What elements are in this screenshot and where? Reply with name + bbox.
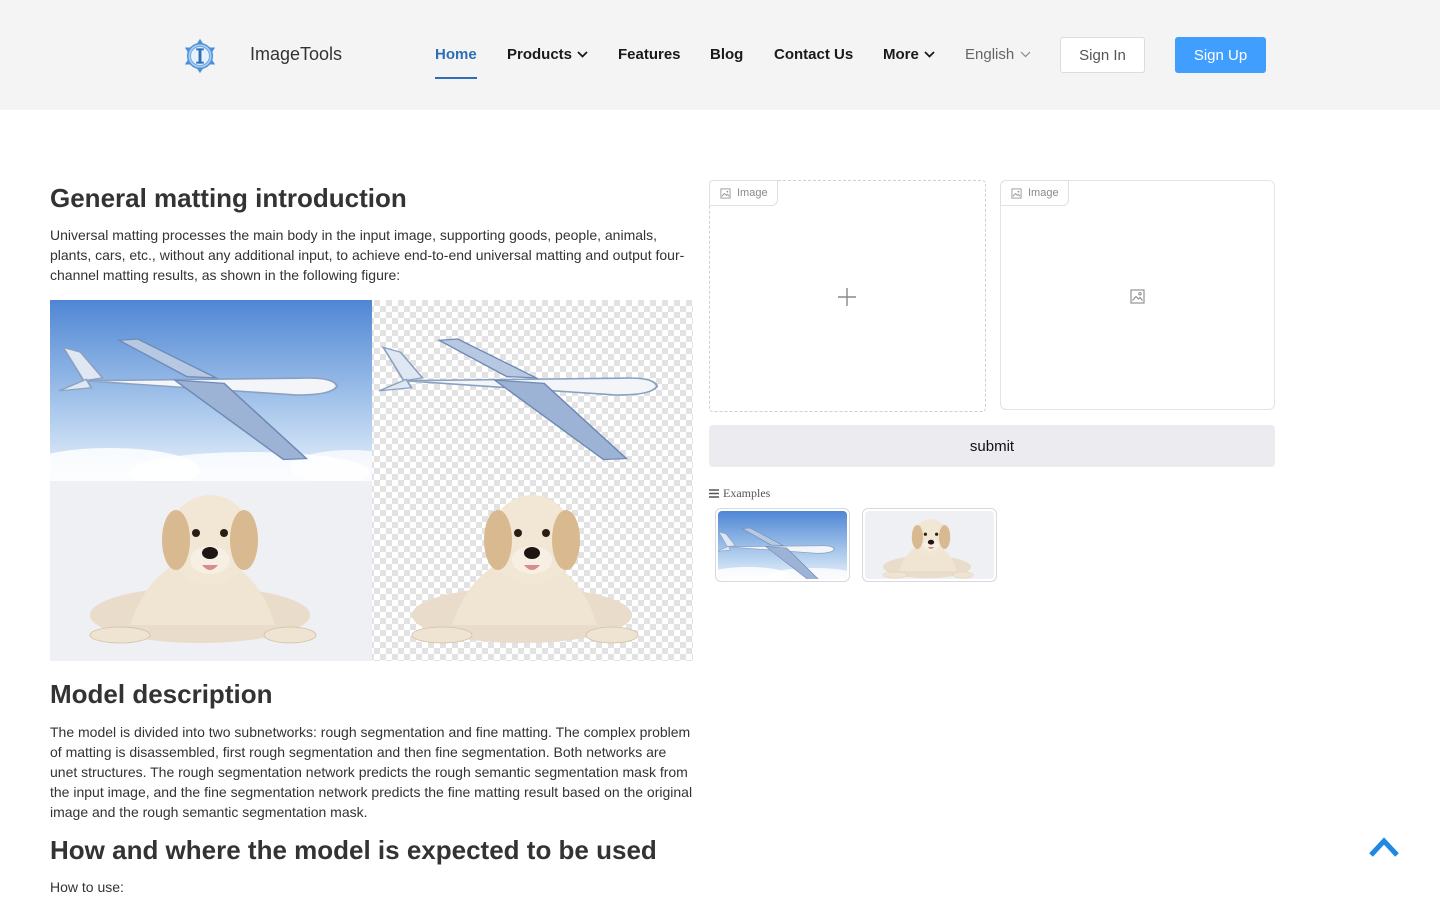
nav-contact-us-label: Contact Us <box>774 46 854 63</box>
sign-up-button[interactable]: Sign Up <box>1175 37 1266 73</box>
site-header: ImageTools Home Products Features Blog C… <box>0 0 1440 110</box>
nav-more[interactable]: More <box>883 46 935 63</box>
output-image-label: Image <box>1028 187 1059 199</box>
submit-button[interactable]: submit <box>709 425 1275 467</box>
nav-products[interactable]: Products <box>507 46 588 63</box>
intro-paragraph: Universal matting processes the main bod… <box>50 227 685 283</box>
chevron-down-icon <box>577 51 588 58</box>
chevron-down-icon <box>1020 51 1031 58</box>
input-image-tag: Image <box>709 180 778 206</box>
brand-name[interactable]: ImageTools <box>250 44 342 65</box>
usage-paragraph: How to use: <box>50 879 124 895</box>
model-paragraph: The model is divided into two subnetwork… <box>50 724 693 820</box>
snowflake-logo-icon[interactable] <box>181 36 219 76</box>
usage-heading: How and where the model is expected to b… <box>50 835 657 865</box>
list-icon <box>709 489 719 498</box>
plus-icon[interactable] <box>837 287 857 307</box>
example-dog-thumbnail[interactable] <box>862 508 997 582</box>
language-label: English <box>965 46 1015 63</box>
image-placeholder-icon <box>1130 289 1145 304</box>
sign-in-button[interactable]: Sign In <box>1060 37 1145 73</box>
language-selector[interactable]: English <box>965 46 1031 63</box>
nav-features[interactable]: Features <box>618 46 681 63</box>
nav-contact-us[interactable]: Contact Us <box>774 46 853 63</box>
example-airplane-thumbnail[interactable] <box>715 508 850 582</box>
image-icon <box>720 187 731 199</box>
image-icon <box>1011 187 1022 199</box>
nav-features-label: Features <box>618 46 681 63</box>
scroll-to-top-icon[interactable] <box>1368 836 1400 858</box>
input-image-label: Image <box>737 187 768 199</box>
examples-header: Examples <box>709 486 770 501</box>
nav-products-label: Products <box>507 46 573 63</box>
nav-more-label: More <box>883 46 919 63</box>
matting-example-figure <box>50 300 693 661</box>
nav-home[interactable]: Home <box>435 46 477 79</box>
model-heading: Model description <box>50 679 273 709</box>
output-image-tag: Image <box>1000 180 1069 206</box>
nav-blog-label: Blog <box>710 46 744 63</box>
intro-heading: General matting introduction <box>50 183 407 213</box>
chevron-down-icon <box>924 51 935 58</box>
examples-label: Examples <box>723 486 771 500</box>
nav-home-label: Home <box>435 46 477 63</box>
airplane-thumbnail-image <box>718 511 847 579</box>
dog-thumbnail-image <box>865 511 994 579</box>
nav-blog[interactable]: Blog <box>710 46 743 63</box>
